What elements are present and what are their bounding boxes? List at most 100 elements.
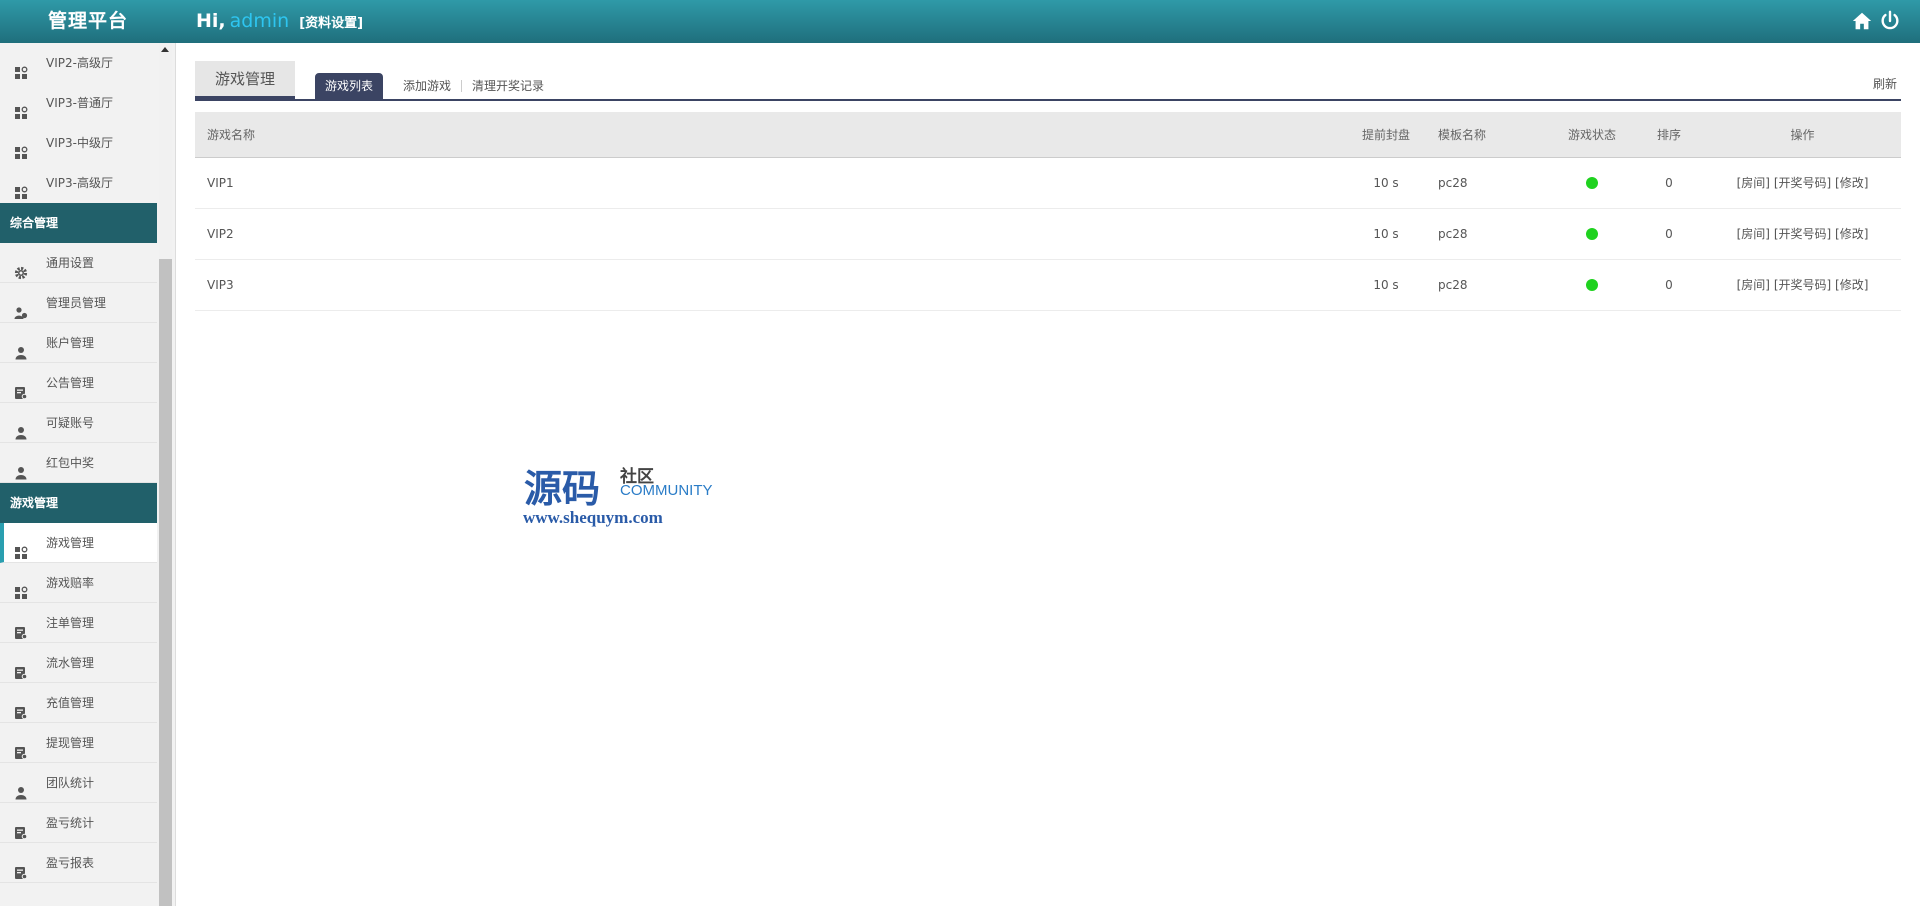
subtab-add-game[interactable]: 添加游戏: [393, 80, 461, 92]
subtab-game-list[interactable]: 游戏列表: [315, 73, 384, 99]
sidebar-group-header[interactable]: 综合管理: [0, 203, 157, 243]
gear-icon: [14, 256, 28, 280]
user-icon: [14, 456, 28, 480]
sidebar-item-label: 红包中奖: [46, 456, 95, 470]
grid-icon: [14, 536, 28, 559]
sidebar-item[interactable]: VIP3-中级厅: [0, 123, 157, 163]
sidebar-item-label: 公告管理: [46, 376, 95, 390]
sidebar-item-label: VIP3-中级厅: [46, 136, 113, 150]
sidebar-item[interactable]: 红包中奖: [0, 443, 157, 483]
scroll-up-arrow[interactable]: [161, 47, 169, 52]
sidebar-list: VIP2-高级厅 VIP3-普通厅 VIP3-中级厅 VIP3-高级厅综合管理通用设置…: [0, 43, 157, 883]
edit-link[interactable]: [修改]: [1835, 227, 1868, 241]
sidebar-item[interactable]: VIP3-普通厅: [0, 83, 157, 123]
sidebar-item[interactable]: 提现管理: [0, 723, 157, 763]
table-row: VIP3 10 s pc28 0 [房间] [开奖号码] [修改]: [195, 259, 1901, 311]
subtab-clear-records[interactable]: 清理开奖记录: [461, 80, 554, 92]
sidebar-item-label: 可疑账号: [46, 416, 95, 430]
room-link[interactable]: [房间]: [1737, 227, 1770, 241]
sidebar-item-label: 游戏赔率: [46, 576, 95, 590]
cell-sort: 0: [1634, 157, 1704, 209]
grid-icon: [14, 176, 28, 199]
status-dot-icon: [1586, 177, 1598, 189]
users-icon: [14, 296, 28, 319]
sidebar-item[interactable]: 盈亏统计: [0, 803, 157, 843]
sidebar-item[interactable]: 团队统计: [0, 763, 157, 803]
grid-icon: [14, 56, 28, 79]
col-status: 游戏状态: [1550, 112, 1634, 158]
doc-icon: [14, 696, 28, 720]
sidebar-item[interactable]: 管理员管理: [0, 283, 157, 323]
sidebar-item[interactable]: VIP2-高级厅: [0, 43, 157, 83]
cell-sort: 0: [1634, 208, 1704, 260]
sidebar-item[interactable]: 充值管理: [0, 683, 157, 723]
cell-status: [1550, 208, 1634, 260]
app-logo[interactable]: 管理平台: [0, 0, 176, 43]
sidebar-item-label: 通用设置: [46, 256, 95, 270]
watermark-url: www.shequym.com: [523, 508, 663, 527]
sidebar-item-label: 团队统计: [46, 776, 95, 790]
watermark: 源码 社区 COMMUNITY www.shequym.com: [523, 458, 724, 528]
grid-icon: [14, 576, 28, 599]
sidebar-item-label: VIP3-高级厅: [46, 176, 113, 190]
user-icon: [14, 776, 28, 800]
sidebar-item-label: 充值管理: [46, 696, 95, 710]
tab-game-management[interactable]: 游戏管理: [195, 61, 295, 99]
sidebar-item-label: 注单管理: [46, 616, 95, 630]
status-dot-icon: [1586, 228, 1598, 240]
greeting: Hi, admin [资料设置]: [196, 0, 363, 43]
sidebar-item[interactable]: 流水管理: [0, 643, 157, 683]
cell-game-name: VIP3: [195, 259, 1356, 311]
cell-close-time: 10 s: [1356, 157, 1416, 209]
room-link[interactable]: [房间]: [1737, 176, 1770, 190]
doc-icon: [14, 616, 28, 640]
cell-template: pc28: [1416, 259, 1550, 311]
draw-numbers-link[interactable]: [开奖号码]: [1774, 278, 1831, 292]
sidebar-item[interactable]: 可疑账号: [0, 403, 157, 443]
sidebar-item[interactable]: VIP3-高级厅: [0, 163, 157, 203]
cell-game-name: VIP1: [195, 157, 1356, 209]
doc-icon: [14, 856, 28, 880]
doc-icon: [14, 656, 28, 680]
game-table: 游戏名称 提前封盘 模板名称 游戏状态 排序 操作 VIP1 10 s pc28 0[…: [195, 112, 1901, 311]
sidebar-item[interactable]: 盈亏报表: [0, 843, 157, 883]
cell-status: [1550, 157, 1634, 209]
sidebar-item-label: VIP2-高级厅: [46, 56, 113, 70]
draw-numbers-link[interactable]: [开奖号码]: [1774, 227, 1831, 241]
table-row: VIP1 10 s pc28 0 [房间] [开奖号码] [修改]: [195, 157, 1901, 209]
user-icon: [14, 336, 28, 360]
cell-close-time: 10 s: [1356, 208, 1416, 260]
sidebar-item-label: 盈亏报表: [46, 856, 95, 870]
sidebar-item-label: 提现管理: [46, 736, 95, 750]
table-body: VIP1 10 s pc28 0 [房间] [开奖号码] [修改] VIP2 10 s pc2…: [195, 157, 1901, 311]
draw-numbers-link[interactable]: [开奖号码]: [1774, 176, 1831, 190]
power-icon[interactable]: [1879, 10, 1901, 32]
grid-icon: [14, 136, 28, 159]
col-game-name: 游戏名称: [195, 112, 1356, 158]
scroll-thumb[interactable]: [159, 259, 172, 906]
sidebar-item-label: 账户管理: [46, 336, 95, 350]
cell-actions: [房间] [开奖号码] [修改]: [1704, 208, 1901, 260]
sidebar-item[interactable]: 游戏管理: [0, 523, 157, 563]
edit-link[interactable]: [修改]: [1835, 176, 1868, 190]
doc-icon: [14, 816, 28, 840]
sidebar-group-header[interactable]: 游戏管理: [0, 483, 157, 523]
col-sort: 排序: [1634, 112, 1704, 158]
sidebar-item[interactable]: 注单管理: [0, 603, 157, 643]
cell-close-time: 10 s: [1356, 259, 1416, 311]
user-icon: [14, 416, 28, 440]
home-icon[interactable]: [1851, 10, 1873, 32]
sidebar-item[interactable]: 账户管理: [0, 323, 157, 363]
sidebar-item-label: VIP3-普通厅: [46, 96, 113, 110]
sidebar-item[interactable]: 通用设置: [0, 243, 157, 283]
sidebar-scrollbar[interactable]: [159, 43, 172, 906]
edit-link[interactable]: [修改]: [1835, 278, 1868, 292]
cell-game-name: VIP2: [195, 208, 1356, 260]
room-link[interactable]: [房间]: [1737, 278, 1770, 292]
profile-settings-link[interactable]: [资料设置]: [299, 16, 363, 31]
refresh-button[interactable]: 刷新: [1873, 75, 1897, 92]
status-dot-icon: [1586, 279, 1598, 291]
subtabs: 游戏列表 添加游戏 清理开奖记录: [315, 73, 554, 99]
sidebar-item[interactable]: 公告管理: [0, 363, 157, 403]
sidebar-item[interactable]: 游戏赔率: [0, 563, 157, 603]
